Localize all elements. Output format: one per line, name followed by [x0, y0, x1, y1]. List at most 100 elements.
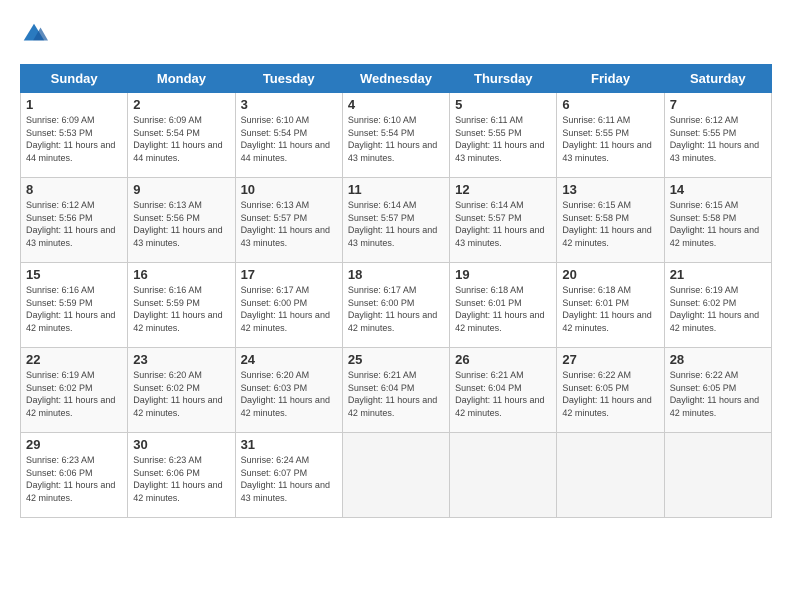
day-number: 11 — [348, 182, 444, 197]
day-header-friday: Friday — [557, 65, 664, 93]
calendar-cell: 1 Sunrise: 6:09 AM Sunset: 5:53 PM Dayli… — [21, 93, 128, 178]
calendar-cell: 25 Sunrise: 6:21 AM Sunset: 6:04 PM Dayl… — [342, 348, 449, 433]
calendar-cell: 15 Sunrise: 6:16 AM Sunset: 5:59 PM Dayl… — [21, 263, 128, 348]
day-info: Sunrise: 6:21 AM Sunset: 6:04 PM Dayligh… — [455, 369, 551, 419]
calendar-header-row: SundayMondayTuesdayWednesdayThursdayFrid… — [21, 65, 772, 93]
day-number: 6 — [562, 97, 658, 112]
day-number: 19 — [455, 267, 551, 282]
day-number: 15 — [26, 267, 122, 282]
day-info: Sunrise: 6:18 AM Sunset: 6:01 PM Dayligh… — [562, 284, 658, 334]
day-number: 24 — [241, 352, 337, 367]
day-info: Sunrise: 6:09 AM Sunset: 5:54 PM Dayligh… — [133, 114, 229, 164]
day-number: 18 — [348, 267, 444, 282]
calendar-week-3: 15 Sunrise: 6:16 AM Sunset: 5:59 PM Dayl… — [21, 263, 772, 348]
day-info: Sunrise: 6:23 AM Sunset: 6:06 PM Dayligh… — [26, 454, 122, 504]
calendar-week-2: 8 Sunrise: 6:12 AM Sunset: 5:56 PM Dayli… — [21, 178, 772, 263]
day-info: Sunrise: 6:15 AM Sunset: 5:58 PM Dayligh… — [562, 199, 658, 249]
calendar-week-4: 22 Sunrise: 6:19 AM Sunset: 6:02 PM Dayl… — [21, 348, 772, 433]
day-info: Sunrise: 6:17 AM Sunset: 6:00 PM Dayligh… — [348, 284, 444, 334]
day-number: 4 — [348, 97, 444, 112]
day-number: 29 — [26, 437, 122, 452]
calendar-cell: 27 Sunrise: 6:22 AM Sunset: 6:05 PM Dayl… — [557, 348, 664, 433]
day-info: Sunrise: 6:19 AM Sunset: 6:02 PM Dayligh… — [670, 284, 766, 334]
calendar-cell — [342, 433, 449, 518]
calendar-cell: 30 Sunrise: 6:23 AM Sunset: 6:06 PM Dayl… — [128, 433, 235, 518]
day-info: Sunrise: 6:21 AM Sunset: 6:04 PM Dayligh… — [348, 369, 444, 419]
calendar-cell: 19 Sunrise: 6:18 AM Sunset: 6:01 PM Dayl… — [450, 263, 557, 348]
calendar-cell: 31 Sunrise: 6:24 AM Sunset: 6:07 PM Dayl… — [235, 433, 342, 518]
day-number: 13 — [562, 182, 658, 197]
calendar-cell: 9 Sunrise: 6:13 AM Sunset: 5:56 PM Dayli… — [128, 178, 235, 263]
calendar-cell: 4 Sunrise: 6:10 AM Sunset: 5:54 PM Dayli… — [342, 93, 449, 178]
day-number: 10 — [241, 182, 337, 197]
calendar-cell: 18 Sunrise: 6:17 AM Sunset: 6:00 PM Dayl… — [342, 263, 449, 348]
calendar-cell: 17 Sunrise: 6:17 AM Sunset: 6:00 PM Dayl… — [235, 263, 342, 348]
day-info: Sunrise: 6:14 AM Sunset: 5:57 PM Dayligh… — [348, 199, 444, 249]
day-header-thursday: Thursday — [450, 65, 557, 93]
calendar-week-1: 1 Sunrise: 6:09 AM Sunset: 5:53 PM Dayli… — [21, 93, 772, 178]
day-number: 5 — [455, 97, 551, 112]
day-info: Sunrise: 6:17 AM Sunset: 6:00 PM Dayligh… — [241, 284, 337, 334]
day-info: Sunrise: 6:23 AM Sunset: 6:06 PM Dayligh… — [133, 454, 229, 504]
day-number: 27 — [562, 352, 658, 367]
day-header-monday: Monday — [128, 65, 235, 93]
day-info: Sunrise: 6:13 AM Sunset: 5:56 PM Dayligh… — [133, 199, 229, 249]
calendar-cell: 24 Sunrise: 6:20 AM Sunset: 6:03 PM Dayl… — [235, 348, 342, 433]
day-header-sunday: Sunday — [21, 65, 128, 93]
day-header-saturday: Saturday — [664, 65, 771, 93]
day-number: 25 — [348, 352, 444, 367]
day-info: Sunrise: 6:11 AM Sunset: 5:55 PM Dayligh… — [562, 114, 658, 164]
day-info: Sunrise: 6:22 AM Sunset: 6:05 PM Dayligh… — [562, 369, 658, 419]
day-info: Sunrise: 6:24 AM Sunset: 6:07 PM Dayligh… — [241, 454, 337, 504]
calendar-cell: 22 Sunrise: 6:19 AM Sunset: 6:02 PM Dayl… — [21, 348, 128, 433]
day-info: Sunrise: 6:15 AM Sunset: 5:58 PM Dayligh… — [670, 199, 766, 249]
day-info: Sunrise: 6:22 AM Sunset: 6:05 PM Dayligh… — [670, 369, 766, 419]
day-number: 14 — [670, 182, 766, 197]
day-info: Sunrise: 6:18 AM Sunset: 6:01 PM Dayligh… — [455, 284, 551, 334]
day-info: Sunrise: 6:16 AM Sunset: 5:59 PM Dayligh… — [133, 284, 229, 334]
calendar-cell: 14 Sunrise: 6:15 AM Sunset: 5:58 PM Dayl… — [664, 178, 771, 263]
day-number: 3 — [241, 97, 337, 112]
day-info: Sunrise: 6:13 AM Sunset: 5:57 PM Dayligh… — [241, 199, 337, 249]
calendar-body: 1 Sunrise: 6:09 AM Sunset: 5:53 PM Dayli… — [21, 93, 772, 518]
day-number: 21 — [670, 267, 766, 282]
calendar-cell — [557, 433, 664, 518]
calendar-cell: 26 Sunrise: 6:21 AM Sunset: 6:04 PM Dayl… — [450, 348, 557, 433]
calendar-cell: 29 Sunrise: 6:23 AM Sunset: 6:06 PM Dayl… — [21, 433, 128, 518]
day-info: Sunrise: 6:12 AM Sunset: 5:55 PM Dayligh… — [670, 114, 766, 164]
page-header — [20, 20, 772, 48]
calendar-cell: 12 Sunrise: 6:14 AM Sunset: 5:57 PM Dayl… — [450, 178, 557, 263]
calendar-table: SundayMondayTuesdayWednesdayThursdayFrid… — [20, 64, 772, 518]
calendar-cell: 8 Sunrise: 6:12 AM Sunset: 5:56 PM Dayli… — [21, 178, 128, 263]
day-number: 16 — [133, 267, 229, 282]
calendar-cell: 10 Sunrise: 6:13 AM Sunset: 5:57 PM Dayl… — [235, 178, 342, 263]
day-info: Sunrise: 6:19 AM Sunset: 6:02 PM Dayligh… — [26, 369, 122, 419]
calendar-cell: 23 Sunrise: 6:20 AM Sunset: 6:02 PM Dayl… — [128, 348, 235, 433]
day-info: Sunrise: 6:14 AM Sunset: 5:57 PM Dayligh… — [455, 199, 551, 249]
calendar-cell: 5 Sunrise: 6:11 AM Sunset: 5:55 PM Dayli… — [450, 93, 557, 178]
day-number: 9 — [133, 182, 229, 197]
logo — [20, 20, 52, 48]
calendar-cell: 16 Sunrise: 6:16 AM Sunset: 5:59 PM Dayl… — [128, 263, 235, 348]
calendar-cell: 21 Sunrise: 6:19 AM Sunset: 6:02 PM Dayl… — [664, 263, 771, 348]
day-number: 17 — [241, 267, 337, 282]
calendar-cell: 6 Sunrise: 6:11 AM Sunset: 5:55 PM Dayli… — [557, 93, 664, 178]
day-number: 7 — [670, 97, 766, 112]
calendar-cell: 3 Sunrise: 6:10 AM Sunset: 5:54 PM Dayli… — [235, 93, 342, 178]
day-info: Sunrise: 6:09 AM Sunset: 5:53 PM Dayligh… — [26, 114, 122, 164]
day-info: Sunrise: 6:20 AM Sunset: 6:03 PM Dayligh… — [241, 369, 337, 419]
calendar-cell: 7 Sunrise: 6:12 AM Sunset: 5:55 PM Dayli… — [664, 93, 771, 178]
day-number: 12 — [455, 182, 551, 197]
day-number: 2 — [133, 97, 229, 112]
day-number: 23 — [133, 352, 229, 367]
day-info: Sunrise: 6:10 AM Sunset: 5:54 PM Dayligh… — [348, 114, 444, 164]
calendar-cell: 11 Sunrise: 6:14 AM Sunset: 5:57 PM Dayl… — [342, 178, 449, 263]
day-info: Sunrise: 6:20 AM Sunset: 6:02 PM Dayligh… — [133, 369, 229, 419]
day-number: 22 — [26, 352, 122, 367]
day-number: 8 — [26, 182, 122, 197]
day-info: Sunrise: 6:10 AM Sunset: 5:54 PM Dayligh… — [241, 114, 337, 164]
calendar-cell: 13 Sunrise: 6:15 AM Sunset: 5:58 PM Dayl… — [557, 178, 664, 263]
day-number: 28 — [670, 352, 766, 367]
day-info: Sunrise: 6:12 AM Sunset: 5:56 PM Dayligh… — [26, 199, 122, 249]
calendar-week-5: 29 Sunrise: 6:23 AM Sunset: 6:06 PM Dayl… — [21, 433, 772, 518]
